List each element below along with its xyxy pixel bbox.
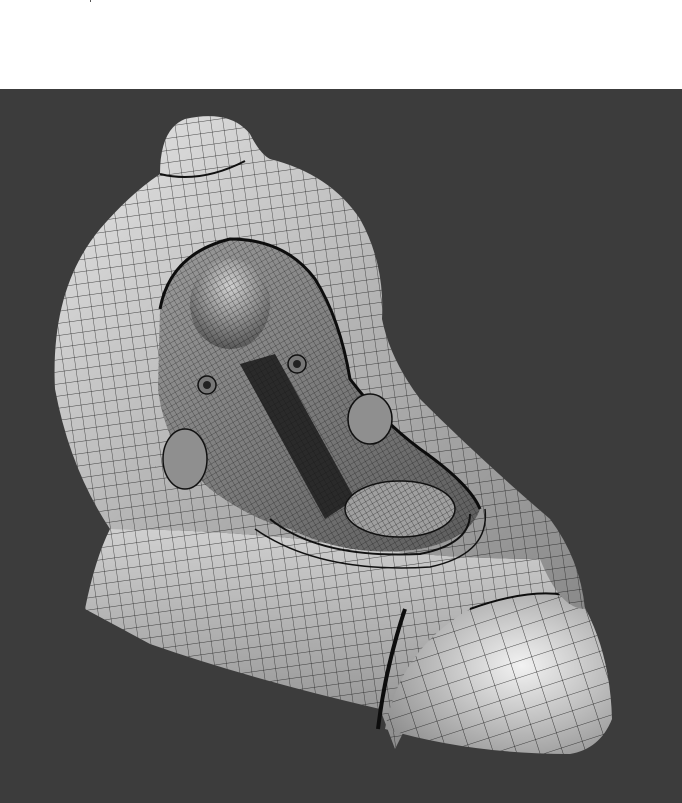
3d-viewport[interactable] bbox=[0, 89, 682, 803]
viewport-canvas[interactable] bbox=[0, 89, 682, 803]
top-blank-area bbox=[0, 0, 682, 89]
stray-dot-mark bbox=[90, 0, 91, 2]
mesh-bowl-head bbox=[190, 259, 270, 349]
